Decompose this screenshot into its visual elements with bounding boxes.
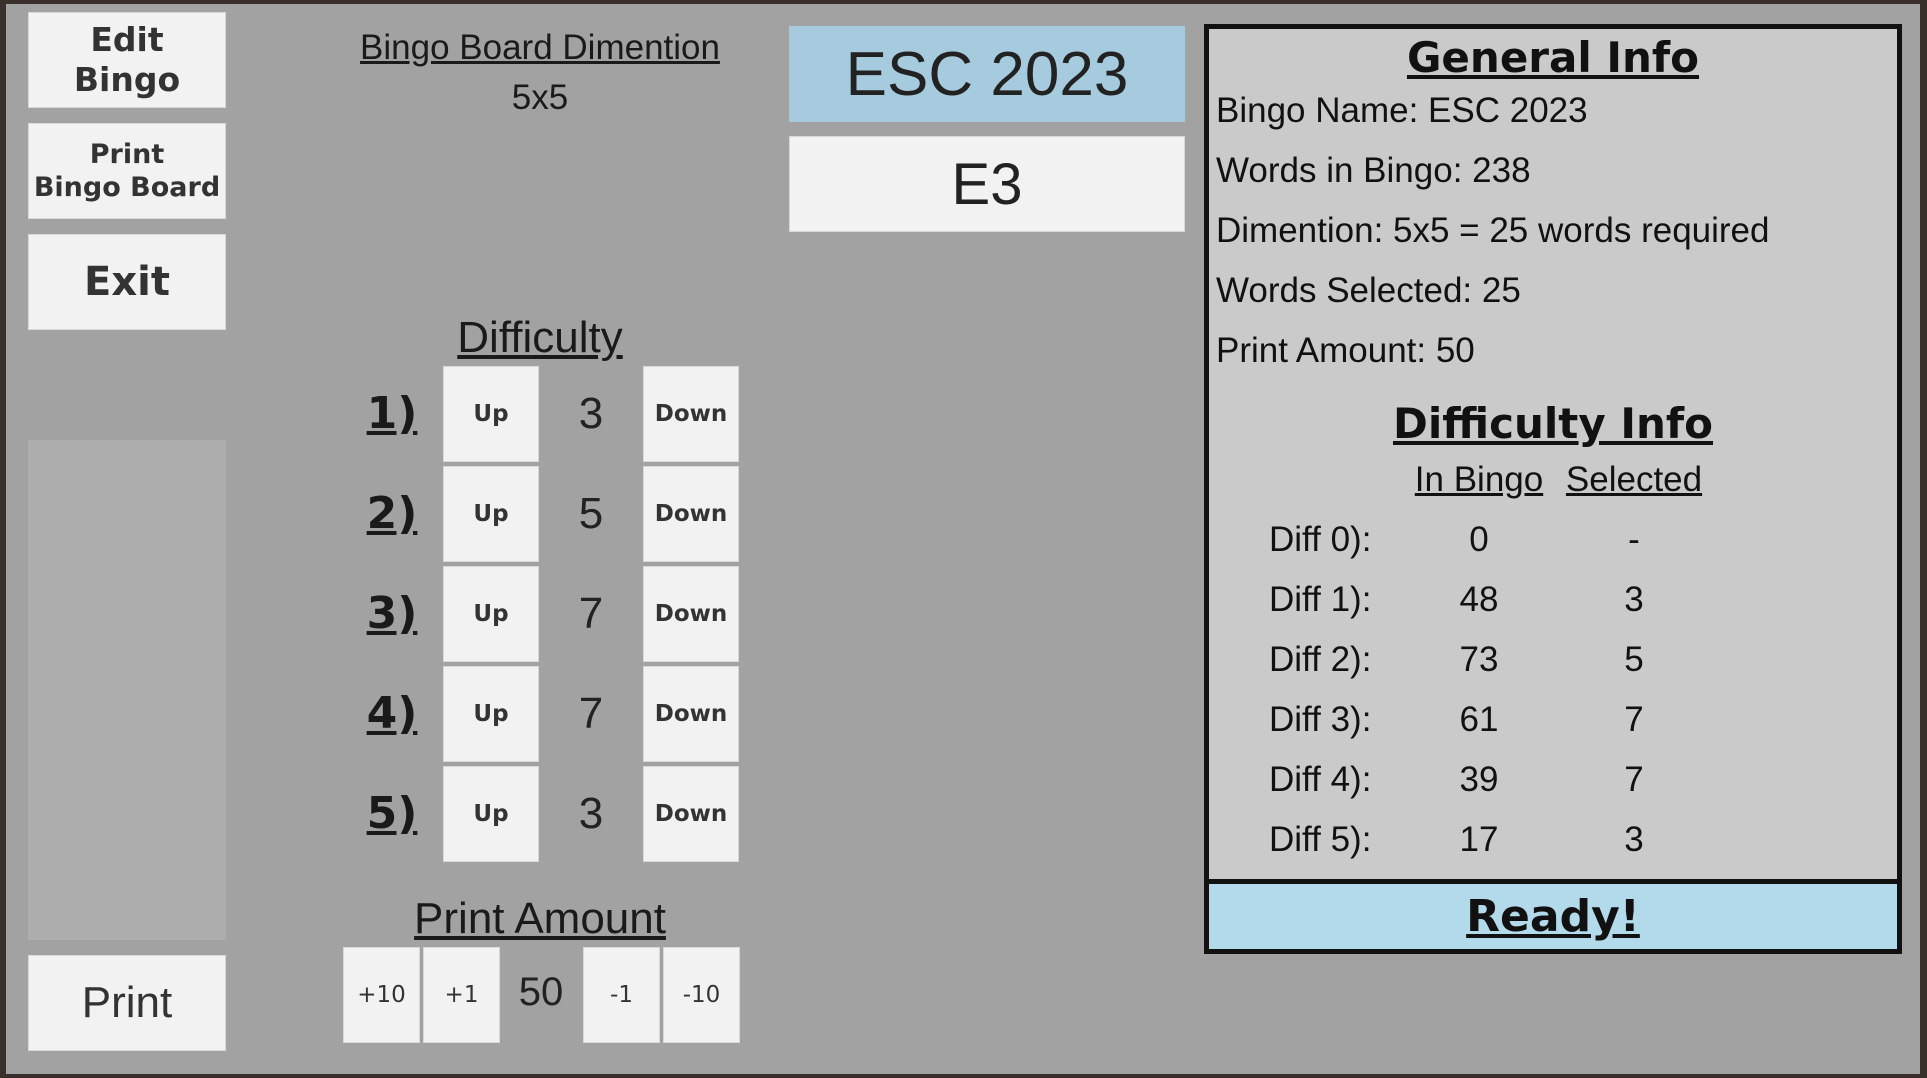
diff-selected: 3 bbox=[1624, 820, 1644, 859]
difficulty-row-label: 5) bbox=[366, 788, 418, 839]
diff-label: Diff 1): bbox=[1269, 580, 1372, 619]
up-label: Up bbox=[473, 701, 509, 727]
diff-in-bingo: 0 bbox=[1469, 520, 1489, 559]
info-panel: General Info Bingo Name: ESC 2023 Words … bbox=[1204, 24, 1902, 954]
diff-selected: 5 bbox=[1624, 640, 1644, 679]
diff-selected: 3 bbox=[1624, 580, 1644, 619]
difficulty-5-down-button[interactable]: Down bbox=[643, 766, 739, 862]
difficulty-5-value: 3 bbox=[578, 789, 604, 838]
print-bingo-board-label-2: Bingo Board bbox=[33, 172, 221, 203]
edit-bingo-label: Edit Bingo bbox=[73, 20, 181, 99]
board-dimension-label: Bingo Board Dimention bbox=[360, 28, 720, 67]
difficulty-title: Difficulty bbox=[457, 313, 623, 362]
difficulty-2-value: 5 bbox=[578, 489, 604, 538]
difficulty-2-up-button[interactable]: Up bbox=[443, 466, 539, 562]
print-amount-minus10-button[interactable]: -10 bbox=[663, 947, 740, 1043]
difficulty-3-down-button[interactable]: Down bbox=[643, 566, 739, 662]
difficulty-1-down-button[interactable]: Down bbox=[643, 366, 739, 462]
print-amount-plus10-button[interactable]: +10 bbox=[343, 947, 420, 1043]
difficulty-4-value: 7 bbox=[578, 689, 604, 738]
column-header-selected: Selected bbox=[1565, 460, 1703, 499]
diff-selected: - bbox=[1628, 520, 1640, 559]
print-bingo-board-button[interactable]: Print Bingo Board bbox=[28, 123, 226, 219]
bingo-code-button[interactable]: E3 bbox=[789, 136, 1185, 232]
difficulty-info-title: Difficulty Info bbox=[1392, 399, 1714, 448]
diff-in-bingo: 48 bbox=[1459, 580, 1499, 619]
info-words-selected: Words Selected: 25 bbox=[1216, 271, 1521, 310]
print-button[interactable]: Print bbox=[28, 955, 226, 1051]
down-label: Down bbox=[654, 801, 728, 827]
difficulty-row-label: 2) bbox=[366, 488, 418, 539]
info-words-in-bingo: Words in Bingo: 238 bbox=[1216, 151, 1531, 190]
up-label: Up bbox=[473, 401, 509, 427]
up-label: Up bbox=[473, 601, 509, 627]
difficulty-4-down-button[interactable]: Down bbox=[643, 666, 739, 762]
difficulty-row-label: 1) bbox=[366, 388, 418, 439]
exit-label: Exit bbox=[84, 259, 170, 305]
info-bingo-name: Bingo Name: ESC 2023 bbox=[1216, 91, 1588, 130]
bingo-name-label: ESC 2023 bbox=[845, 39, 1129, 109]
difficulty-4-up-button[interactable]: Up bbox=[443, 666, 539, 762]
up-label: Up bbox=[473, 501, 509, 527]
down-label: Down bbox=[654, 501, 728, 527]
difficulty-3-value: 7 bbox=[578, 589, 604, 638]
info-print-amount: Print Amount: 50 bbox=[1216, 331, 1475, 370]
down-label: Down bbox=[654, 401, 728, 427]
minus1-label: -1 bbox=[610, 982, 633, 1008]
diff-label: Diff 4): bbox=[1269, 760, 1372, 799]
column-header-in-bingo: In Bingo bbox=[1414, 460, 1544, 499]
diff-selected: 7 bbox=[1624, 760, 1644, 799]
diff-in-bingo: 39 bbox=[1459, 760, 1499, 799]
diff-selected: 7 bbox=[1624, 700, 1644, 739]
diff-in-bingo: 61 bbox=[1459, 700, 1499, 739]
ready-status-text: Ready! bbox=[1466, 891, 1640, 942]
print-bingo-board-label-1: Print bbox=[89, 139, 165, 170]
print-amount-title: Print Amount bbox=[414, 894, 666, 943]
minus10-label: -10 bbox=[682, 982, 721, 1008]
difficulty-3-up-button[interactable]: Up bbox=[443, 566, 539, 662]
bingo-name-button[interactable]: ESC 2023 bbox=[789, 26, 1185, 122]
down-label: Down bbox=[654, 601, 728, 627]
diff-label: Diff 0): bbox=[1269, 520, 1372, 559]
up-label: Up bbox=[473, 801, 509, 827]
exit-button[interactable]: Exit bbox=[28, 234, 226, 330]
print-amount-minus1-button[interactable]: -1 bbox=[583, 947, 660, 1043]
edit-bingo-button[interactable]: Edit Bingo bbox=[28, 12, 226, 108]
board-dimension-value: 5x5 bbox=[511, 78, 569, 117]
empty-preview-area bbox=[28, 440, 226, 940]
difficulty-row-label: 3) bbox=[366, 588, 418, 639]
print-amount-value: 50 bbox=[518, 970, 564, 1014]
info-dimension: Dimention: 5x5 = 25 words required bbox=[1216, 211, 1770, 250]
difficulty-row-label: 4) bbox=[366, 688, 418, 739]
diff-in-bingo: 73 bbox=[1459, 640, 1499, 679]
difficulty-2-down-button[interactable]: Down bbox=[643, 466, 739, 562]
print-label: Print bbox=[81, 978, 173, 1027]
diff-label: Diff 3): bbox=[1269, 700, 1372, 739]
difficulty-1-value: 3 bbox=[578, 389, 604, 438]
general-info-title: General Info bbox=[1406, 33, 1700, 82]
bingo-code-label: E3 bbox=[951, 151, 1023, 217]
ready-status-banner: Ready! bbox=[1209, 879, 1897, 949]
difficulty-5-up-button[interactable]: Up bbox=[443, 766, 539, 862]
diff-label: Diff 2): bbox=[1269, 640, 1372, 679]
down-label: Down bbox=[654, 701, 728, 727]
difficulty-1-up-button[interactable]: Up bbox=[443, 366, 539, 462]
plus10-label: +10 bbox=[357, 982, 406, 1008]
plus1-label: +1 bbox=[444, 982, 479, 1008]
diff-in-bingo: 17 bbox=[1459, 820, 1499, 859]
diff-label: Diff 5): bbox=[1269, 820, 1372, 859]
print-amount-plus1-button[interactable]: +1 bbox=[423, 947, 500, 1043]
